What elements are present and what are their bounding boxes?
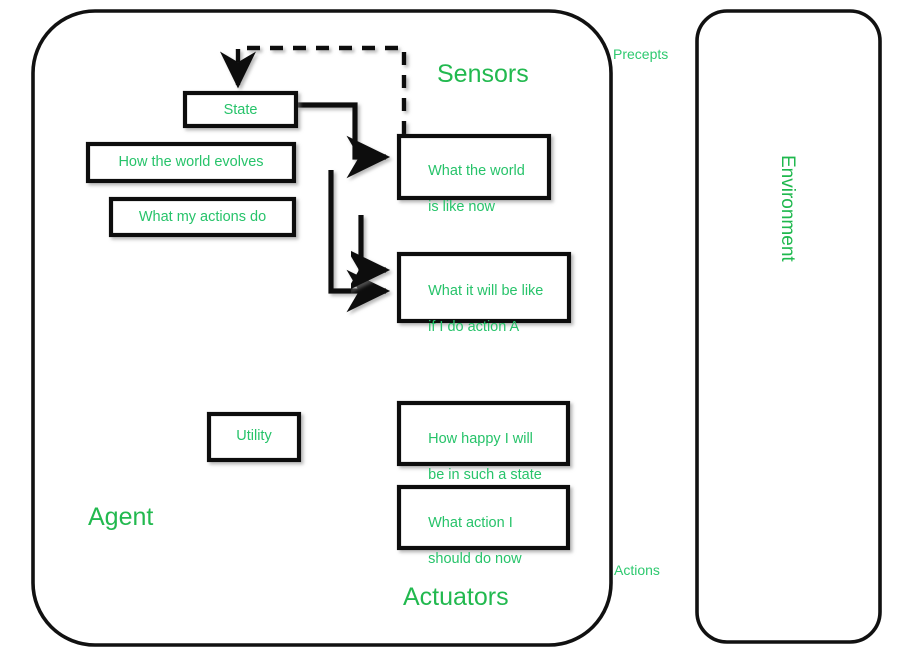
box-line-1: What it will be like [428,283,544,300]
state-box-label: State [223,102,258,118]
environment-container-label: Environment [777,155,798,262]
what-action-i-should-do-now-box-label: What action I should do now [412,496,567,587]
knowledge-box-rects [85,90,302,463]
utility-box-label: Utility [236,428,272,444]
what-the-world-is-like-now-box-label: What the world is like now [412,144,548,235]
what-it-will-be-like-if-i-do-action-a-box-label: What it will be like if I do action A [412,264,568,355]
diagram-canvas: Agent Environment Sensors Actuators Prec… [0,0,917,652]
box-line-2: be in such a state [428,467,542,484]
box-line-1: What the world [428,163,525,180]
percepts-channel-label: Precepts [613,46,669,62]
how-the-world-evolves-box-label: How the world evolves [118,154,264,170]
actuators-label: Actuators [403,583,509,611]
box-line-2: if I do action A [428,319,520,336]
how-happy-i-will-be-in-such-a-state-box-label: How happy I will be in such a state [412,412,567,503]
box-line-1: How happy I will [428,431,533,448]
sensors-label: Sensors [437,60,529,88]
what-my-actions-do-box-label: What my actions do [138,209,267,225]
environment-container-outline [695,9,882,644]
box-line-2: should do now [428,551,522,568]
box-line-1: What action I [428,515,513,532]
actions-do-to-future-state-connector [346,215,391,292]
box-line-2: is like now [428,199,496,216]
actions-channel-label: Actions [614,562,660,578]
agent-container-label: Agent [88,503,154,531]
state-to-world-state-connector [297,102,391,179]
